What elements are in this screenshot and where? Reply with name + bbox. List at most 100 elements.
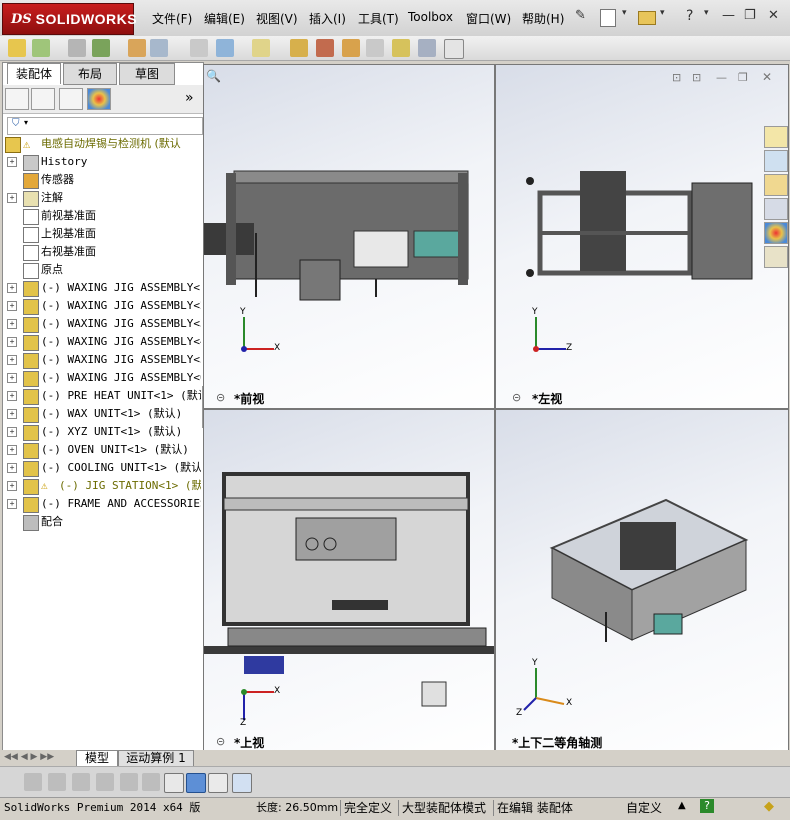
expand-toggle[interactable]: + [7,391,17,401]
explode-line-icon[interactable] [366,39,384,57]
show-hidden-icon[interactable] [190,39,208,57]
viewport-front[interactable]: Y X ⊝ *前视 🔍 [203,64,495,409]
minimize-button[interactable]: — [722,8,735,23]
display-manager-icon[interactable] [87,88,111,110]
expand-toggle[interactable]: + [7,337,17,347]
properties-icon[interactable] [72,773,90,791]
chevron-up-icon[interactable]: ▲ [678,800,686,811]
status-custom[interactable]: 自定义 [626,800,662,816]
list-icon[interactable] [96,773,114,791]
viewport-minimize-icon[interactable]: — [716,71,727,84]
expand-toggle[interactable]: + [7,283,17,293]
menu-help[interactable]: 帮助(H) [522,10,564,27]
scroll-first-icon[interactable]: ◀◀ ◀ ▶ ▶▶ [4,752,54,762]
open-folder-icon[interactable] [638,11,656,25]
tab-sketch[interactable]: 草图 [119,63,175,85]
tree-item[interactable]: + (-) XYZ UNIT<1> (默认) [3,423,201,441]
menu-window[interactable]: 窗口(W) [466,10,511,27]
viewport-prev-icon[interactable]: ⊡ [672,71,681,84]
exploded-view-icon[interactable] [342,39,360,57]
table-icon[interactable] [120,773,138,791]
tab-model[interactable]: 模型 [76,750,118,767]
viewport-close-icon[interactable]: ✕ [762,70,772,84]
tree-item[interactable]: + (-) FRAME AND ACCESSORIES< [3,495,201,513]
tree-item[interactable]: 配合 [3,513,201,531]
tree-item[interactable]: + (-) WAXING JIG ASSEMBLY<2> [3,297,201,315]
tree-item[interactable]: + (-) COOLING UNIT<1> (默认) [3,459,201,477]
menu-view[interactable]: 视图(V) [256,10,298,27]
menu-tools[interactable]: 工具(T) [358,10,399,27]
custom-properties-icon[interactable] [764,246,788,268]
tree-filter[interactable]: ⛉ ▾ [7,117,203,135]
feature-manager-icon[interactable] [5,88,29,110]
tab-assembly[interactable]: 装配体 [7,63,61,84]
link-views-icon[interactable]: ⊝ [216,735,225,748]
zoom-to-fit-icon[interactable]: 🔍 [206,69,221,83]
insert-component-icon[interactable] [32,39,50,57]
tree-item[interactable]: 右视基准面 [3,243,201,261]
more-tabs-button[interactable]: » [185,90,194,106]
view-palette-icon[interactable] [764,198,788,220]
configuration-manager-icon[interactable] [59,88,83,110]
file-explorer-icon[interactable] [764,174,788,196]
expand-toggle[interactable]: + [7,445,17,455]
solidworks-logo[interactable]: DS SOLIDWORKS [2,3,137,35]
interference-detection-icon[interactable] [392,39,410,57]
linear-pattern-icon[interactable] [92,39,110,57]
expand-toggle[interactable]: + [7,427,17,437]
tree-item[interactable]: + (-) WAXING JIG ASSEMBLY<5> [3,351,201,369]
link-views-icon[interactable]: ⊝ [216,391,225,404]
menu-file[interactable]: 文件(F) [152,10,192,27]
menu-insert[interactable]: 插入(I) [309,10,346,27]
viewport-isometric[interactable]: Y X Z *上下二等角轴测 [495,409,789,752]
single-view-icon[interactable] [186,773,206,793]
smart-fasteners-icon[interactable] [128,39,146,57]
expand-toggle[interactable]: + [7,157,17,167]
tree-item[interactable]: + (-) WAXING JIG ASSEMBLY<3> [3,315,201,333]
tag-icon[interactable]: ◆ [764,799,774,814]
expand-toggle[interactable]: + [7,301,17,311]
chevron-down-icon[interactable]: ▾ [622,8,627,18]
tab-motion-study[interactable]: 运动算例 1 [118,750,194,767]
link-views-icon[interactable]: ⊝ [512,391,521,404]
chevron-down-icon[interactable]: ▾ [704,8,709,18]
assembly-features-icon[interactable] [216,39,234,57]
tree-item[interactable]: + 注解 [3,189,201,207]
help-status-icon[interactable]: ? [700,799,714,813]
chevron-down-icon[interactable]: ▾ [660,8,665,18]
reference-geometry-icon[interactable] [252,39,270,57]
rebuild-icon[interactable] [24,773,42,791]
snapshot-icon[interactable] [444,39,464,59]
tree-root[interactable]: ⚠ 电感自动焊锡与检测机 (默认 [3,135,201,153]
tree-item[interactable]: + (-) WAX UNIT<1> (默认) [3,405,201,423]
tree-item[interactable]: + (-) WAXING JIG ASSEMBLY<1> [3,279,201,297]
tree-item[interactable]: + (-) OVEN UNIT<1> (默认) [3,441,201,459]
bill-of-materials-icon[interactable] [316,39,334,57]
options-icon[interactable] [48,773,66,791]
restore-button[interactable]: ❐ [744,8,756,23]
property-manager-icon[interactable] [31,88,55,110]
close-button[interactable]: ✕ [768,8,779,23]
expand-toggle[interactable]: + [7,355,17,365]
four-view-icon[interactable] [232,773,252,793]
tree-item[interactable]: + ⚠ (-) JIG STATION<1> (默认 [3,477,201,495]
tree-item[interactable]: + (-) PRE HEAT UNIT<1> (默认 [3,387,201,405]
viewport-top[interactable]: X Z ⊝ *上视 [203,409,495,752]
two-view-icon[interactable] [208,773,228,793]
new-document-icon[interactable] [600,9,616,27]
appearances-icon[interactable] [764,222,788,244]
viewport-restore-icon[interactable]: ❐ [738,71,748,84]
menu-edit[interactable]: 编辑(E) [204,10,245,27]
expand-toggle[interactable]: + [7,373,17,383]
coordinate-icon[interactable] [164,773,184,793]
tree-item[interactable]: + History [3,153,201,171]
expand-toggle[interactable]: + [7,499,17,509]
tree-item[interactable]: 原点 [3,261,201,279]
tree-item[interactable]: 上视基准面 [3,225,201,243]
home-icon[interactable] [764,126,788,148]
tree-item[interactable]: 前视基准面 [3,207,201,225]
expand-toggle[interactable]: + [7,463,17,473]
tree-item[interactable]: + (-) WAXING JIG ASSEMBLY<6> [3,369,201,387]
assembly-icon[interactable] [8,39,26,57]
viewport-next-icon[interactable]: ⊡ [692,71,701,84]
